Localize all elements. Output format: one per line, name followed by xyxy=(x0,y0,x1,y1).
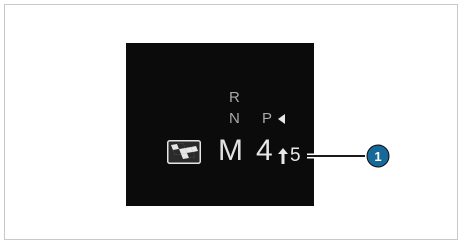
next-gear: 5 xyxy=(290,145,301,166)
gear-park: P xyxy=(262,110,273,127)
checkered-flag-icon xyxy=(167,140,201,164)
up-arrow-icon xyxy=(278,148,288,164)
gear-reverse: R xyxy=(229,89,240,106)
current-gear: 4 xyxy=(256,134,273,167)
triangle-left-icon xyxy=(278,114,285,124)
instrument-display xyxy=(126,43,314,206)
gear-mode-label: M xyxy=(218,134,243,167)
callout-marker: 1 xyxy=(307,143,391,169)
gear-neutral: N xyxy=(229,110,240,127)
callout-number: 1 xyxy=(374,149,381,164)
